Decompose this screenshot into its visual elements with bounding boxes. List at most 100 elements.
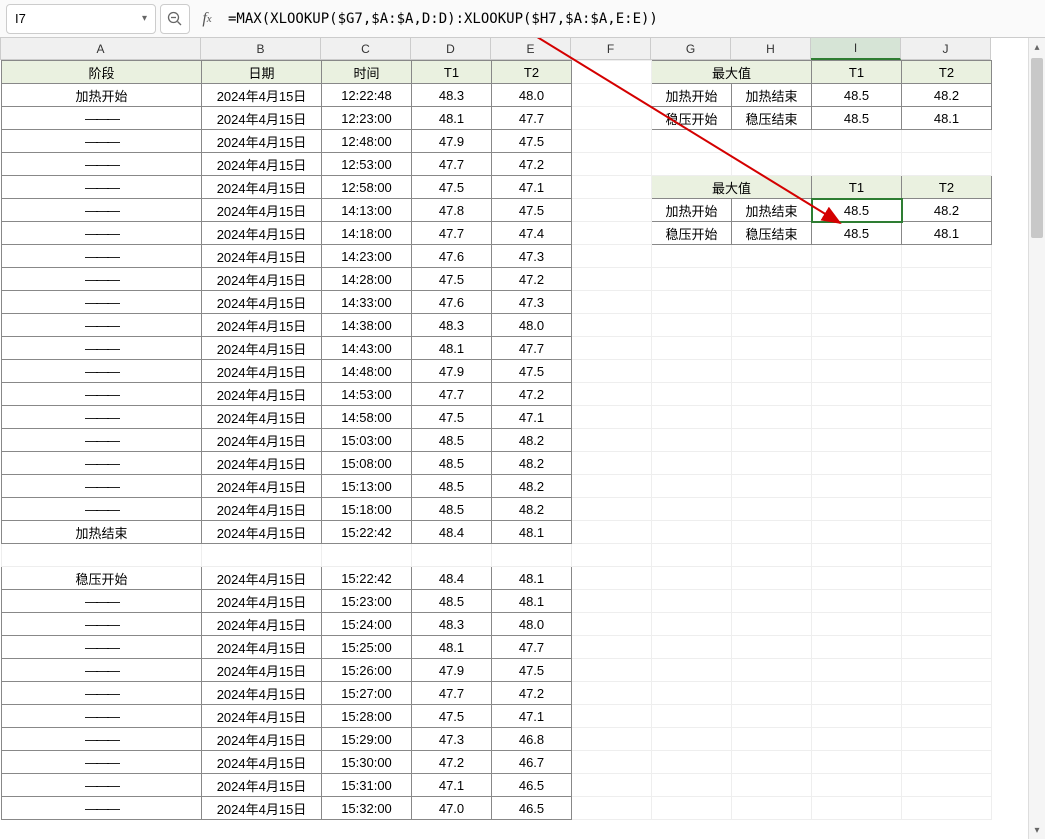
cell[interactable] — [572, 337, 652, 360]
mini1-h2[interactable]: 稳压结束 — [732, 107, 812, 130]
cell[interactable] — [652, 130, 732, 153]
cell[interactable] — [652, 751, 732, 774]
t2-cell[interactable]: 46.8 — [492, 728, 572, 751]
t1-cell[interactable]: 47.5 — [412, 268, 492, 291]
cell[interactable] — [572, 130, 652, 153]
cell[interactable] — [572, 705, 652, 728]
phase-cell[interactable]: ——— — [2, 728, 202, 751]
mini2-g[interactable]: 加热开始 — [652, 199, 732, 222]
cell[interactable] — [902, 452, 992, 475]
cell[interactable] — [812, 383, 902, 406]
column-header-H[interactable]: H — [731, 38, 811, 60]
vertical-scrollbar[interactable]: ▴ ▾ — [1028, 38, 1045, 839]
time-cell[interactable]: 14:28:00 — [322, 268, 412, 291]
column-header-B[interactable]: B — [201, 38, 321, 60]
date-cell[interactable]: 2024年4月15日 — [202, 475, 322, 498]
t1-cell[interactable]: 47.7 — [412, 153, 492, 176]
cell[interactable] — [902, 268, 992, 291]
t2-cell[interactable]: 47.2 — [492, 682, 572, 705]
cell[interactable] — [572, 728, 652, 751]
mini1-j2[interactable]: 48.1 — [902, 107, 992, 130]
cell[interactable] — [812, 728, 902, 751]
t2-cell[interactable]: 47.1 — [492, 176, 572, 199]
cell[interactable] — [732, 314, 812, 337]
cell[interactable] — [652, 360, 732, 383]
cell[interactable] — [572, 383, 652, 406]
t1-cell[interactable]: 47.0 — [412, 797, 492, 820]
date-cell[interactable]: 2024年4月15日 — [202, 245, 322, 268]
cell[interactable] — [812, 268, 902, 291]
phase-cell[interactable]: ——— — [2, 659, 202, 682]
fx-icon[interactable]: fx — [194, 4, 220, 34]
cell[interactable] — [812, 751, 902, 774]
phase-cell[interactable]: ——— — [2, 797, 202, 820]
cell[interactable] — [652, 406, 732, 429]
phase-cell[interactable]: 加热结束 — [2, 521, 202, 544]
date-cell[interactable]: 2024年4月15日 — [202, 498, 322, 521]
cell[interactable] — [652, 544, 732, 567]
cell[interactable] — [652, 268, 732, 291]
cell[interactable] — [902, 544, 992, 567]
date-cell[interactable]: 2024年4月15日 — [202, 429, 322, 452]
t1-cell[interactable]: 48.1 — [412, 107, 492, 130]
mini1-g[interactable]: 加热开始 — [652, 84, 732, 107]
cell[interactable] — [732, 521, 812, 544]
time-cell[interactable]: 15:22:42 — [322, 521, 412, 544]
date-cell[interactable]: 2024年4月15日 — [202, 176, 322, 199]
cell[interactable] — [572, 314, 652, 337]
cell[interactable] — [732, 797, 812, 820]
main-header-E[interactable]: T2 — [492, 61, 572, 84]
cell[interactable] — [652, 613, 732, 636]
cell[interactable] — [652, 153, 732, 176]
mini2-j2[interactable]: 48.1 — [902, 222, 992, 245]
spreadsheet-grid[interactable]: ABCDEFGHIJ 阶段日期时间T1T2最大值T1T2加热开始2024年4月1… — [0, 38, 1045, 839]
time-cell[interactable]: 12:58:00 — [322, 176, 412, 199]
t1-cell[interactable]: 48.5 — [412, 475, 492, 498]
mini1-th1[interactable]: T1 — [812, 61, 902, 84]
cell[interactable] — [732, 452, 812, 475]
cell[interactable] — [572, 291, 652, 314]
formula-input[interactable]: =MAX(XLOOKUP($G7,$A:$A,D:D):XLOOKUP($H7,… — [224, 4, 1039, 34]
t2-cell[interactable]: 47.3 — [492, 291, 572, 314]
scroll-down-button[interactable]: ▾ — [1029, 821, 1045, 839]
t1-cell[interactable]: 47.5 — [412, 176, 492, 199]
cell[interactable] — [902, 705, 992, 728]
time-cell[interactable]: 14:48:00 — [322, 360, 412, 383]
date-cell[interactable]: 2024年4月15日 — [202, 337, 322, 360]
date-cell[interactable]: 2024年4月15日 — [202, 774, 322, 797]
t1-cell[interactable]: 48.5 — [412, 498, 492, 521]
cell[interactable] — [652, 452, 732, 475]
mini2-h2[interactable]: 稳压结束 — [732, 222, 812, 245]
cell[interactable] — [902, 130, 992, 153]
time-cell[interactable]: 15:24:00 — [322, 613, 412, 636]
t1-cell[interactable]: 47.3 — [412, 728, 492, 751]
cell[interactable] — [572, 176, 652, 199]
t2-cell[interactable]: 47.2 — [492, 153, 572, 176]
cell[interactable] — [732, 291, 812, 314]
cell[interactable] — [652, 521, 732, 544]
cell[interactable] — [732, 383, 812, 406]
date-cell[interactable]: 2024年4月15日 — [202, 797, 322, 820]
column-header-J[interactable]: J — [901, 38, 991, 60]
cell[interactable] — [812, 429, 902, 452]
t1-cell[interactable]: 47.7 — [412, 682, 492, 705]
time-cell[interactable]: 12:22:48 — [322, 84, 412, 107]
t2-cell[interactable]: 47.1 — [492, 406, 572, 429]
time-cell[interactable]: 14:53:00 — [322, 383, 412, 406]
cell[interactable] — [902, 429, 992, 452]
cell[interactable] — [812, 590, 902, 613]
mini1-i[interactable]: 48.5 — [812, 84, 902, 107]
phase-cell[interactable]: ——— — [2, 452, 202, 475]
cell[interactable] — [572, 475, 652, 498]
cell[interactable] — [902, 314, 992, 337]
cell[interactable] — [902, 659, 992, 682]
cell[interactable] — [652, 498, 732, 521]
t2-cell[interactable]: 48.1 — [492, 567, 572, 590]
t1-cell[interactable]: 47.2 — [412, 751, 492, 774]
main-header-D[interactable]: T1 — [412, 61, 492, 84]
t1-cell[interactable]: 47.6 — [412, 245, 492, 268]
time-cell[interactable]: 15:27:00 — [322, 682, 412, 705]
date-cell[interactable]: 2024年4月15日 — [202, 567, 322, 590]
cell[interactable] — [572, 107, 652, 130]
name-box[interactable]: I7 ▾ — [6, 4, 156, 34]
